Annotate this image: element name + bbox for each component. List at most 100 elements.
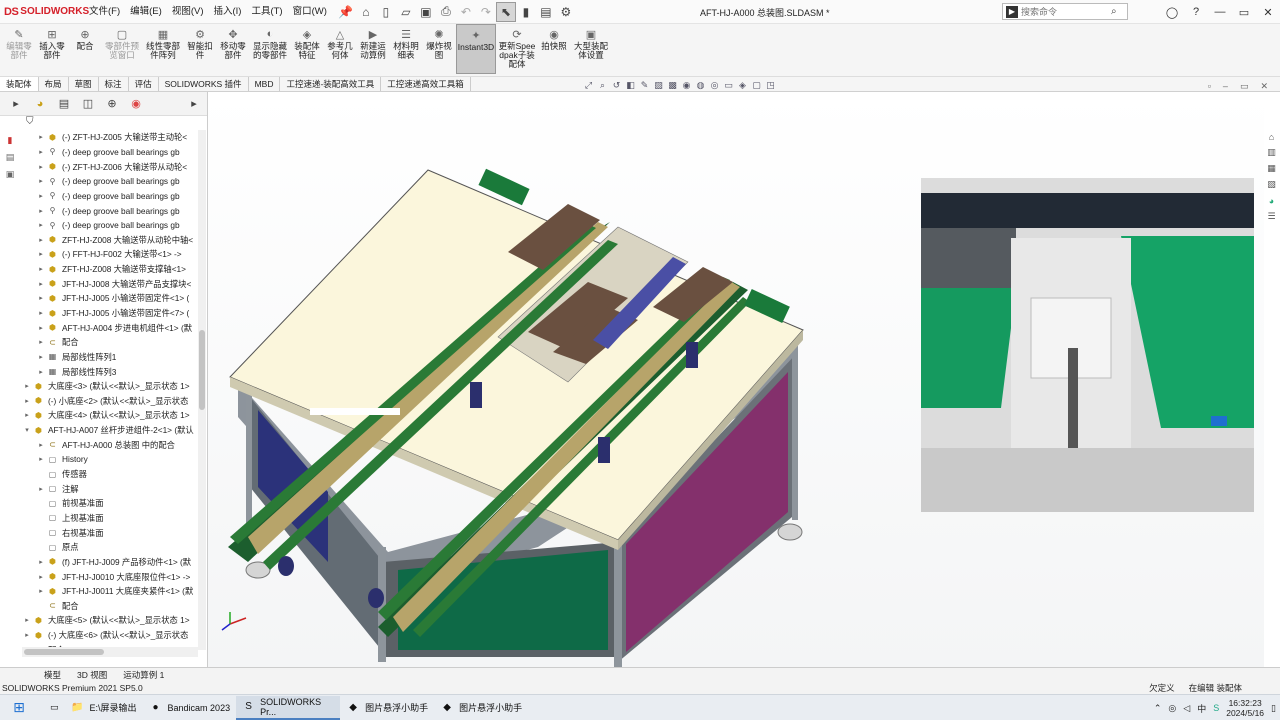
ribbon-button-10[interactable]: ▶ 新建运动算例 bbox=[357, 24, 389, 60]
tree-item[interactable]: ▸⊂ 配合 bbox=[22, 335, 198, 350]
bottom-tab-1[interactable]: 3D 视图 bbox=[69, 669, 115, 681]
ribbon-button-15[interactable]: ◉ 拍快照 bbox=[538, 24, 570, 51]
ribbon-button-13[interactable]: ✦ Instant3D bbox=[456, 24, 496, 74]
zoom-area-icon[interactable]: ⌕ bbox=[597, 80, 608, 91]
tree-item[interactable]: ▸ ⬢ JFT-HJ-J0011 大底座夹紧件<1> (默 bbox=[22, 584, 198, 599]
ribbon-button-16[interactable]: ▣ 大型装配体设置 bbox=[571, 24, 611, 60]
viewport-minimize-icon[interactable]: – bbox=[1223, 81, 1228, 92]
command-tab-2[interactable]: 草图 bbox=[69, 77, 99, 91]
tree-item[interactable]: ▢ 上视基准面 bbox=[22, 511, 198, 526]
property-manager-icon[interactable]: ▤ bbox=[52, 94, 76, 114]
edit-appearance-icon[interactable]: ◍ bbox=[695, 80, 706, 91]
tree-item[interactable]: ▸ ⬢ ZFT-HJ-Z008 大输送带从动轮中轴< bbox=[22, 232, 198, 247]
tree-item[interactable]: ▢ 右视基准面 bbox=[22, 525, 198, 540]
redo-icon[interactable]: ↷ bbox=[476, 2, 496, 22]
graphics-area[interactable] bbox=[208, 92, 1264, 667]
tree-item[interactable]: ▸ ⚲ (-) deep groove ball bearings gb bbox=[22, 174, 198, 189]
close-button[interactable]: ✕ bbox=[1256, 0, 1280, 24]
feature-manager-icon[interactable]: ◕ bbox=[28, 94, 52, 114]
design-library-icon[interactable]: ▥ bbox=[1265, 146, 1278, 159]
volume-icon[interactable]: ◁ bbox=[1183, 703, 1190, 714]
minimize-button[interactable]: — bbox=[1208, 0, 1232, 24]
tree-expander-icon[interactable]: ▸ bbox=[36, 133, 46, 141]
save-icon[interactable]: ▣ bbox=[416, 2, 436, 22]
tree-item[interactable]: ▸ ⬢ (-) ZFT-HJ-Z005 大输送带主动轮< bbox=[22, 130, 198, 145]
tree-expander-icon[interactable]: ▸ bbox=[36, 353, 46, 361]
ribbon-button-2[interactable]: ⊕ 配合 bbox=[69, 24, 101, 51]
view-orientation-icon[interactable]: ▨ bbox=[653, 80, 664, 91]
ribbon-button-12[interactable]: ✺ 爆炸视图 bbox=[423, 24, 455, 60]
ribbon-button-5[interactable]: ⚙ 智能扣件 bbox=[184, 24, 216, 60]
tree-expander-icon[interactable]: ▸ bbox=[36, 177, 46, 185]
menu-item-1[interactable]: 编辑(E) bbox=[125, 0, 167, 24]
bottom-tab-0[interactable]: 模型 bbox=[36, 669, 69, 681]
feature-tree-horizontal-scrollbar[interactable] bbox=[22, 647, 198, 657]
tree-item[interactable]: ▢ 传感器 bbox=[22, 467, 198, 482]
command-tab-1[interactable]: 布局 bbox=[39, 77, 69, 91]
ime-indicator[interactable]: 中 bbox=[1197, 702, 1206, 715]
tree-item[interactable]: ▸ ▢ History bbox=[22, 452, 198, 467]
tree-item[interactable]: ▸ ▦ 局部线性阵列1 bbox=[22, 350, 198, 365]
tree-expander-icon[interactable]: ▸ bbox=[22, 616, 32, 624]
tree-expander-icon[interactable]: ▸ bbox=[36, 163, 46, 171]
tree-expander-icon[interactable]: ▸ bbox=[36, 221, 46, 229]
tree-expander-icon[interactable]: ▸ bbox=[36, 294, 46, 302]
section-view-icon[interactable]: ◧ bbox=[625, 80, 636, 91]
menu-item-0[interactable]: 文件(F) bbox=[84, 0, 125, 24]
tray-expand-icon[interactable]: ⌃ bbox=[1154, 703, 1162, 714]
menu-item-4[interactable]: 工具(T) bbox=[246, 0, 287, 24]
command-tab-3[interactable]: 标注 bbox=[99, 77, 129, 91]
tree-expander-icon[interactable]: ▸ bbox=[36, 441, 46, 449]
tree-item[interactable]: ▸ ⬢ JFT-HJ-J005 小输送带固定件<1> ( bbox=[22, 291, 198, 306]
tree-expander-icon[interactable]: ▸ bbox=[36, 250, 46, 258]
collapse-arrow-icon[interactable]: ▸ bbox=[182, 94, 206, 114]
tree-item[interactable]: ▸ ⬢ 大底座<4> (默认<<默认>_显示状态 1> bbox=[22, 408, 198, 423]
display-manager-icon[interactable]: ◉ bbox=[124, 94, 148, 114]
tree-item[interactable]: ▸ ⚲ (-) deep groove ball bearings gb bbox=[22, 145, 198, 160]
ribbon-button-9[interactable]: △ 参考几何体 bbox=[324, 24, 356, 60]
ribbon-button-6[interactable]: ✥ 移动零部件 bbox=[217, 24, 249, 60]
tree-expander-icon[interactable]: ▸ bbox=[22, 411, 32, 419]
network-icon[interactable]: ◎ bbox=[1168, 703, 1176, 714]
search-input[interactable] bbox=[1021, 6, 1111, 17]
tree-expander-icon[interactable]: ▸ bbox=[36, 236, 46, 244]
open-icon[interactable]: ▱ bbox=[396, 2, 416, 22]
tree-expander-icon[interactable]: ▾ bbox=[22, 426, 32, 434]
ribbon-button-14[interactable]: ⟳ 更新Speedpak子装配体 bbox=[497, 24, 537, 69]
user-icon[interactable]: ◯ bbox=[1160, 0, 1184, 24]
tree-display-icon[interactable]: ▤ bbox=[3, 150, 17, 164]
command-tab-0[interactable]: 装配体 bbox=[0, 77, 39, 91]
menu-item-5[interactable]: 窗口(W) bbox=[288, 0, 332, 24]
tree-item[interactable]: ▸ ⬢ (f) JFT-HJ-J009 产品移动件<1> (默 bbox=[22, 555, 198, 570]
ribbon-button-3[interactable]: ▢ 零部件预览窗口 bbox=[102, 24, 142, 60]
ribbon-button-8[interactable]: ◈ 装配体特征 bbox=[291, 24, 323, 60]
options-icon[interactable]: ⚙ bbox=[556, 2, 576, 22]
tree-item[interactable]: ▾ ⬢ AFT-HJ-A007 丝杆步进组件-2<1> (默认 bbox=[22, 423, 198, 438]
previous-view-icon[interactable]: ↺ bbox=[611, 80, 622, 91]
tree-item[interactable]: ▸ ⬢ (-) FFT-HJ-F002 大输送带<1> -> bbox=[22, 247, 198, 262]
tree-expander-icon[interactable]: ▸ bbox=[22, 631, 32, 639]
tree-item[interactable]: ▸ ▢ 注解 bbox=[22, 481, 198, 496]
viewport-close-icon[interactable]: ✕ bbox=[1260, 81, 1268, 92]
taskbar-item-1[interactable]: ● Bandicam 2023 bbox=[143, 696, 237, 720]
assembly-model[interactable] bbox=[208, 92, 921, 667]
tree-item[interactable]: ▸ ⬢ 大底座<5> (默认<<默认>_显示状态 1> bbox=[22, 613, 198, 628]
tree-item[interactable]: ▸ ⬢ JFT-HJ-J005 小输送带固定件<7> ( bbox=[22, 306, 198, 321]
undo-icon[interactable]: ↶ bbox=[456, 2, 476, 22]
tree-expander-icon[interactable]: ▸ bbox=[36, 368, 46, 376]
tree-item[interactable]: ▸ ⊂ AFT-HJ-A000 总装图 中的配合 bbox=[22, 437, 198, 452]
render-tools-icon[interactable]: ◳ bbox=[765, 80, 776, 91]
tree-item[interactable]: ▸ ⚲ (-) deep groove ball bearings gb bbox=[22, 203, 198, 218]
ribbon-button-7[interactable]: ◐ 显示隐藏的零部件 bbox=[250, 24, 290, 60]
select-icon[interactable]: ⬉ bbox=[495, 1, 516, 22]
rollback-icon[interactable]: ▮ bbox=[3, 133, 17, 147]
ribbon-button-11[interactable]: ☰ 材料明细表 bbox=[390, 24, 422, 60]
tree-expander-icon[interactable]: ▸ bbox=[36, 207, 46, 215]
ribbon-button-0[interactable]: ✎ 编辑零部件 bbox=[3, 24, 35, 60]
expand-arrow-icon[interactable]: ▸ bbox=[4, 94, 28, 114]
tree-item[interactable]: ▸ ⬢ (-) 小底座<2> (默认<<默认>_显示状态 bbox=[22, 394, 198, 409]
tree-item[interactable]: ▸ ⚲ (-) deep groove ball bearings gb bbox=[22, 218, 198, 233]
tree-expander-icon[interactable]: ▸ bbox=[36, 485, 46, 493]
clock[interactable]: 16:32:23 2024/5/16 bbox=[1226, 698, 1264, 718]
solidworks-logo[interactable]: DS SOLIDWORKS bbox=[0, 0, 89, 24]
